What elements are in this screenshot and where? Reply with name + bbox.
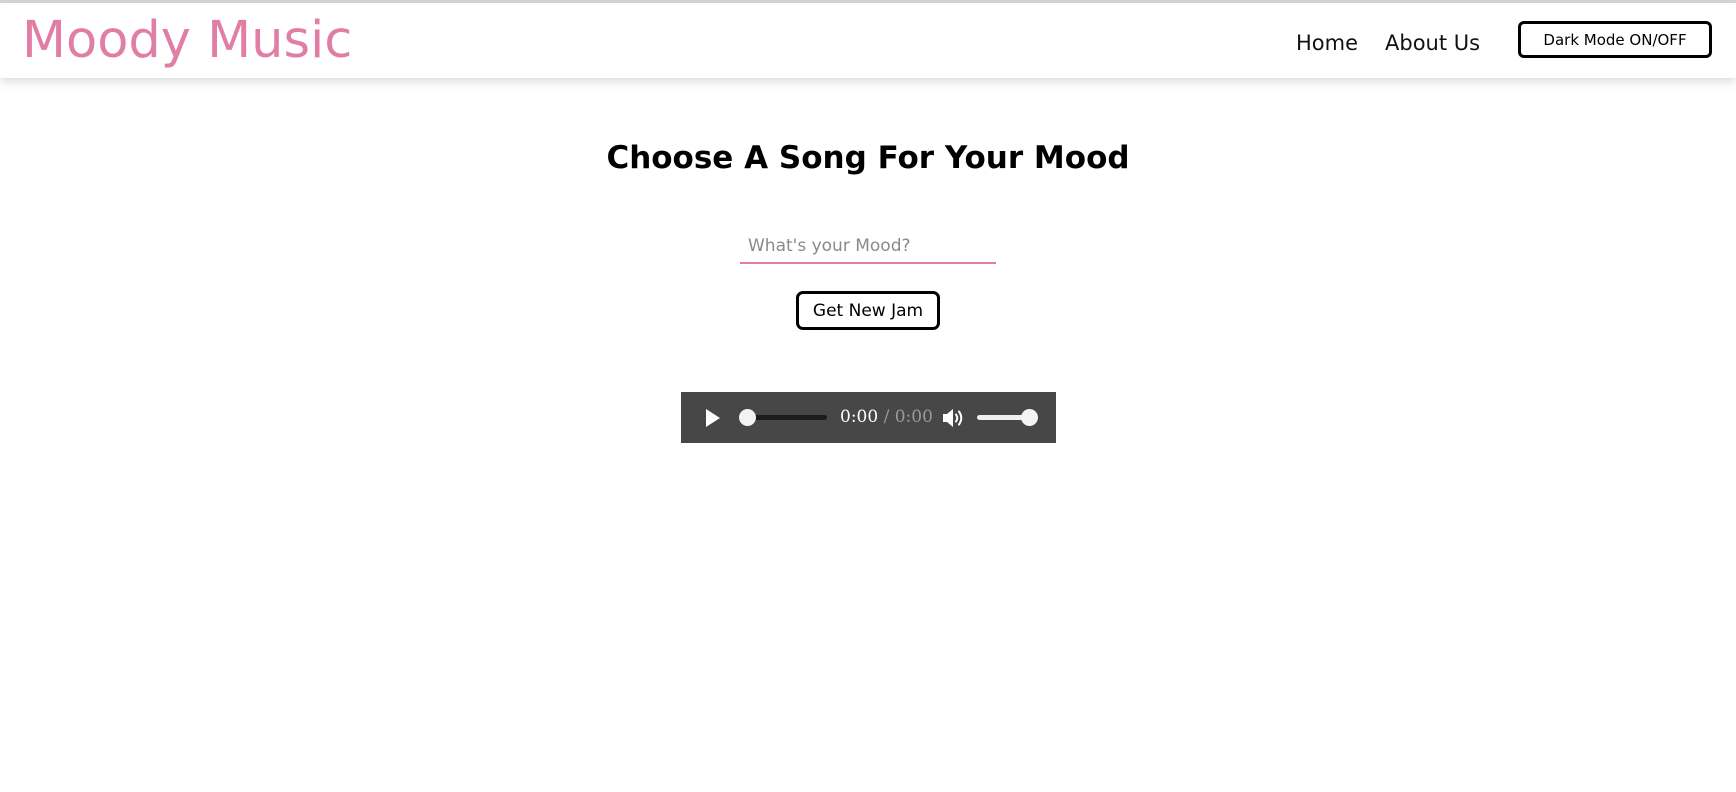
site-header: Moody Music Home About Us Dark Mode ON/O… [0,3,1736,78]
nav-link-about-us[interactable]: About Us [1385,28,1480,58]
volume-icon[interactable] [941,407,965,429]
seek-bar[interactable] [745,415,827,420]
play-icon[interactable] [703,407,723,429]
site-logo[interactable]: Moody Music [22,9,352,73]
time-separator: / [878,407,895,427]
get-new-jam-button[interactable]: Get New Jam [796,291,940,330]
mood-input[interactable] [740,230,996,264]
current-time: 0:00 [840,407,879,427]
page-title: Choose A Song For Your Mood [606,140,1130,176]
time-display: 0:00 / 0:00 [840,406,933,428]
audio-player: 0:00 / 0:00 [681,392,1056,443]
dark-mode-toggle-button[interactable]: Dark Mode ON/OFF [1518,21,1712,58]
seek-thumb[interactable] [739,409,756,426]
volume-thumb[interactable] [1021,409,1038,426]
nav-link-home[interactable]: Home [1296,28,1358,58]
duration: 0:00 [894,407,933,427]
